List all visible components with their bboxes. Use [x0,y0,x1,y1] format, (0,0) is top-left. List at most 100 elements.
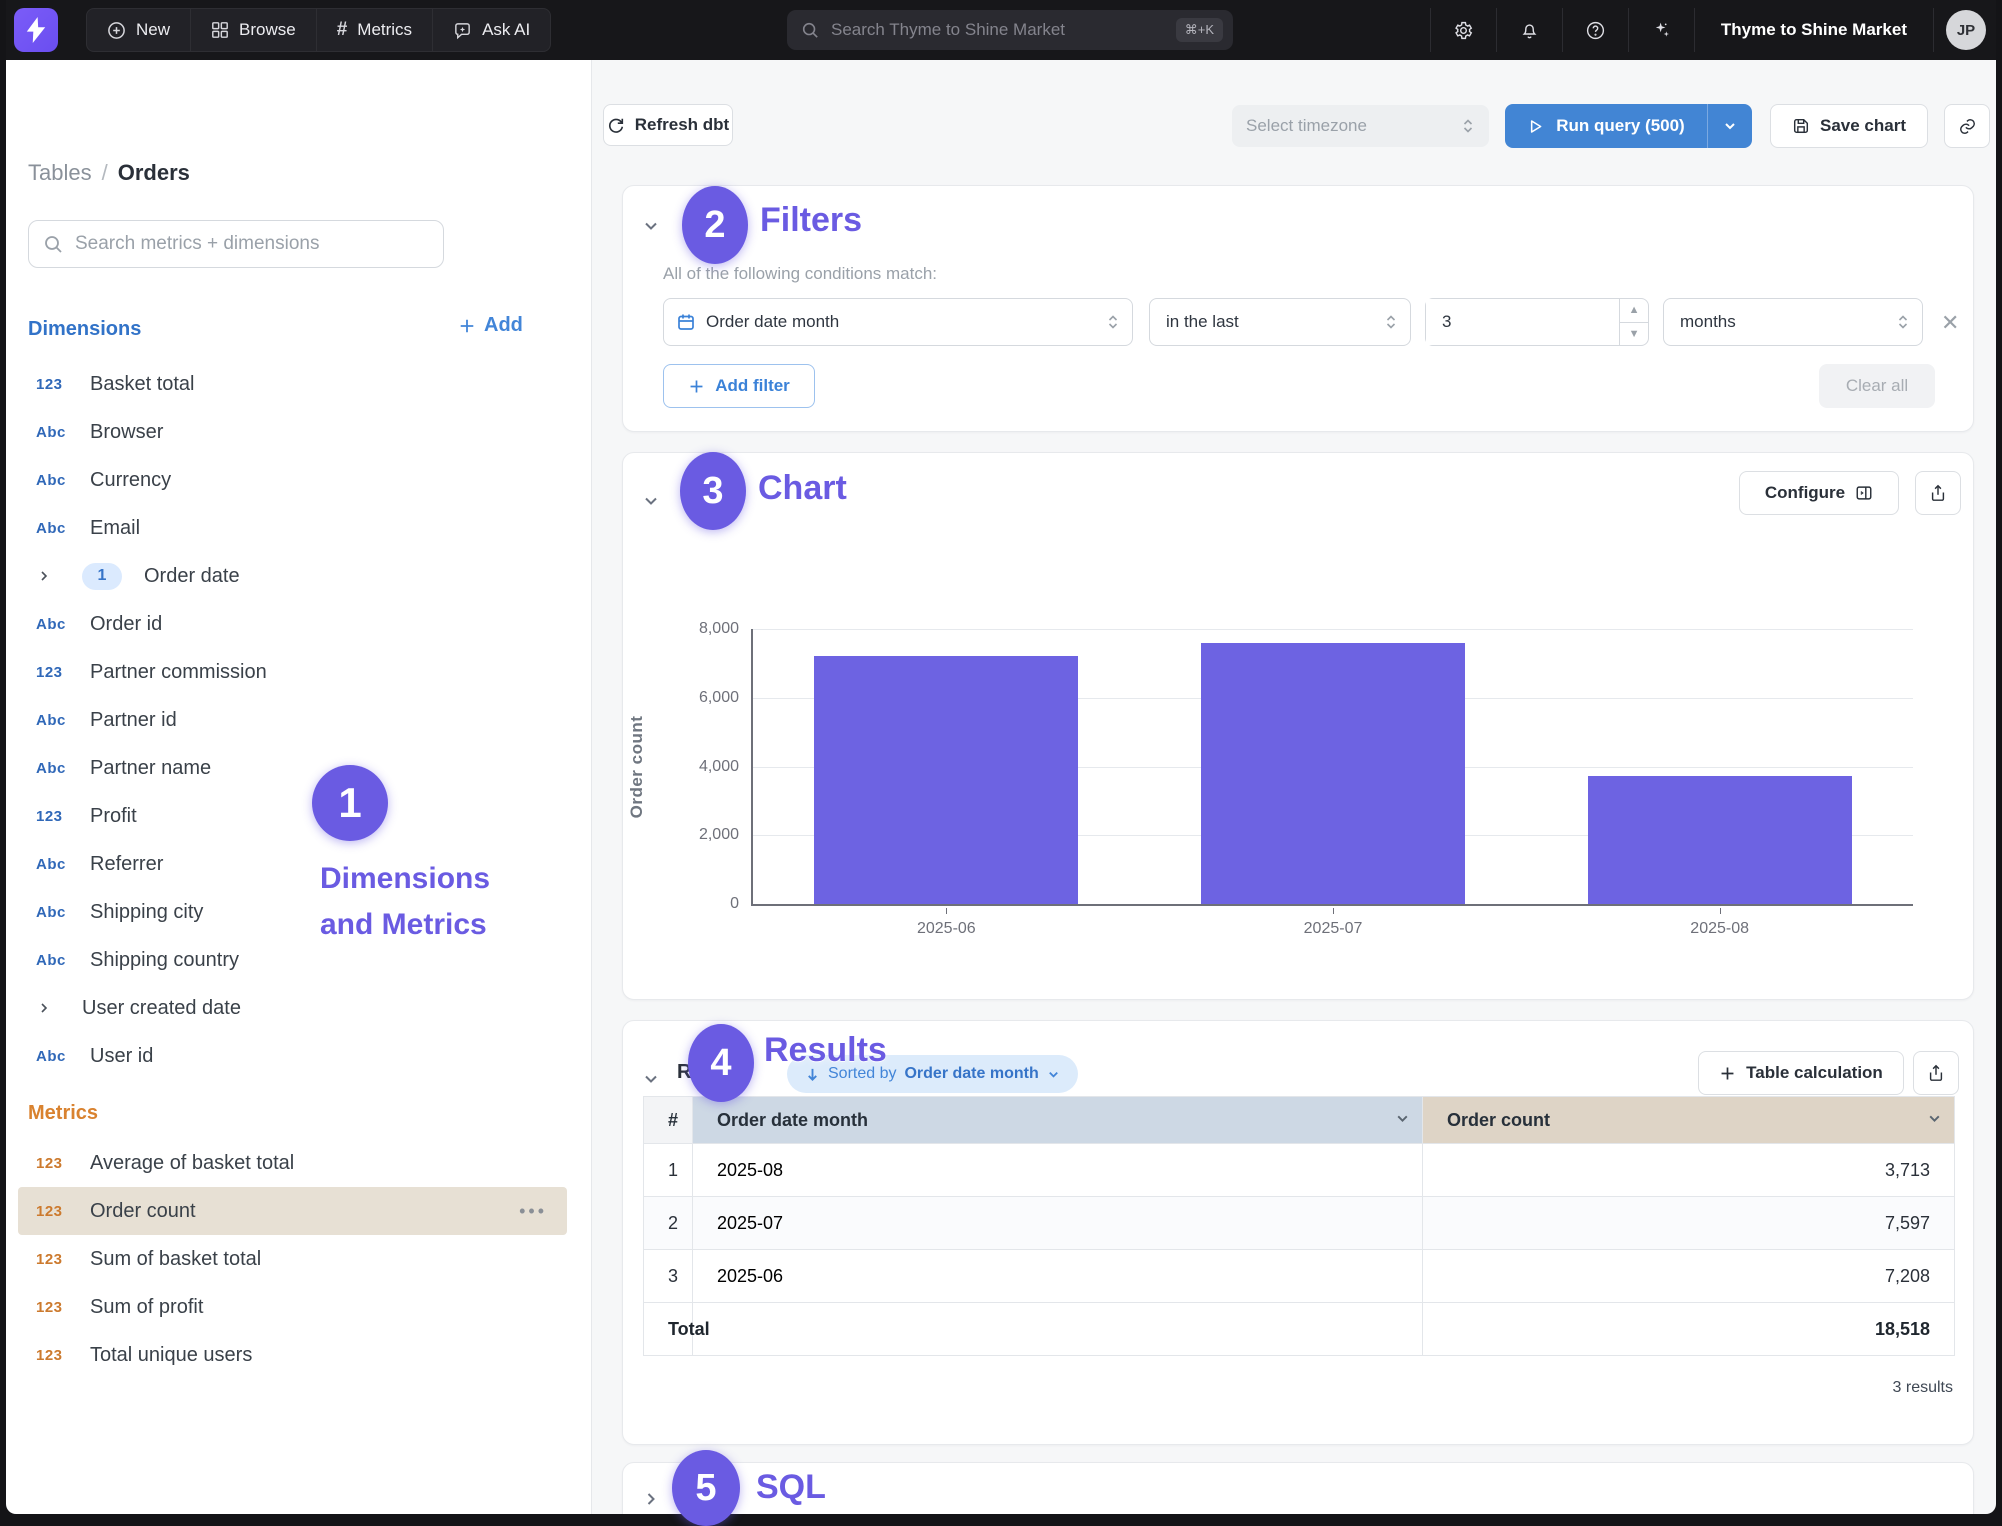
field-label: Order id [90,613,162,636]
field-item-partner-name[interactable]: AbcPartner name [18,744,567,792]
sql-collapse-chevron[interactable] [641,1489,661,1509]
results-collapse-chevron[interactable] [641,1069,661,1089]
ai-sparkles-button[interactable] [1628,8,1694,52]
field-item-user-id[interactable]: AbcUser id [18,1032,567,1080]
timezone-placeholder: Select timezone [1246,116,1367,136]
nav-metrics-button[interactable]: # Metrics [317,9,433,51]
refresh-icon [607,116,625,134]
field-label: Email [90,517,140,540]
column-menu-chevron-icon[interactable] [1927,1111,1942,1126]
filters-collapse-chevron[interactable] [641,216,661,236]
annotation-label-4: Results [764,1031,887,1070]
filter-field-value: Order date month [706,312,1106,332]
annotation-label-2: Filters [760,201,862,240]
stepper-up-button[interactable]: ▲ [1620,299,1648,323]
refresh-dbt-button[interactable]: Refresh dbt [603,104,733,146]
x-axis-tick [1333,908,1334,914]
field-item-partner-id[interactable]: AbcPartner id [18,696,567,744]
timezone-select[interactable]: Select timezone [1232,105,1489,147]
add-dimension-button[interactable]: Add [458,314,523,337]
remove-filter-button[interactable]: ✕ [1941,310,1959,336]
global-search-input[interactable]: Search Thyme to Shine Market ⌘+K [787,10,1233,50]
search-shortcut-badge: ⌘+K [1176,18,1223,42]
field-item-currency[interactable]: AbcCurrency [18,456,567,504]
calendar-icon [676,312,696,332]
share-icon [1929,484,1947,502]
add-filter-button[interactable]: Add filter [663,364,815,408]
org-switcher-button[interactable]: Thyme to Shine Market [1694,8,1934,52]
share-link-button[interactable] [1944,104,1990,148]
breadcrumb-tables-link[interactable]: Tables [28,160,92,185]
field-item-basket-total[interactable]: 123Basket total [18,360,567,408]
navbar-right-group: Thyme to Shine Market [1430,8,1934,52]
chart-y-axis-title: Order count [627,716,647,819]
active-fields-badge: 1 [82,563,122,590]
run-query-dropdown-button[interactable] [1708,104,1752,148]
expand-chevron[interactable] [36,568,82,584]
clear-all-filters-button[interactable]: Clear all [1819,364,1935,408]
nav-browse-button[interactable]: Browse [191,9,317,51]
field-label: Sum of basket total [90,1248,261,1271]
field-type-icon-123: 123 [36,808,90,825]
annotation-number: 1 [338,779,361,827]
expand-chevron[interactable] [36,1000,82,1016]
field-item-browser[interactable]: AbcBrowser [18,408,567,456]
field-item-order-count[interactable]: 123Order count••• [18,1187,567,1235]
panel-toggle-icon [1855,484,1873,502]
field-type-icon-abc: Abc [36,856,90,873]
nav-ask-ai-button[interactable]: Ask AI [433,9,550,51]
filter-field-select[interactable]: Order date month [663,298,1133,346]
field-item-order-date[interactable]: 1 Order date [18,552,567,600]
export-chart-button[interactable] [1915,471,1961,515]
configure-label: Configure [1765,483,1845,503]
chart-collapse-chevron[interactable] [641,491,661,511]
bar-2025-06 [814,656,1078,904]
notifications-button[interactable] [1496,8,1562,52]
field-item-total-unique-users[interactable]: 123Total unique users [18,1331,567,1379]
fields-search-input[interactable]: Search metrics + dimensions [28,220,444,268]
table-calculation-button[interactable]: Table calculation [1698,1051,1904,1095]
field-item-profit[interactable]: 123Profit [18,792,567,840]
field-label: Order date [144,565,240,588]
field-label: Sum of profit [90,1296,203,1319]
filter-value-input[interactable] [1426,299,1619,345]
x-axis-tick-label: 2025-06 [846,920,1046,938]
annotation-number: 3 [702,470,723,513]
updown-chevron-icon [1384,314,1398,330]
export-results-button[interactable] [1913,1051,1959,1095]
filter-unit-select[interactable]: months [1663,298,1923,346]
field-item-average-of-basket-total[interactable]: 123Average of basket total [18,1139,567,1187]
field-item-user-created-date[interactable]: User created date [18,984,567,1032]
user-avatar[interactable]: JP [1946,10,1986,50]
field-type-icon-abc: Abc [36,712,90,729]
stepper-down-button[interactable]: ▼ [1620,323,1648,346]
run-query-button[interactable]: Run query (500) [1505,104,1708,148]
app-logo[interactable] [14,8,58,52]
field-item-email[interactable]: AbcEmail [18,504,567,552]
field-type-icon-123: 123 [36,1155,90,1172]
save-chart-button[interactable]: Save chart [1770,104,1928,148]
column-menu-chevron-icon[interactable] [1395,1111,1410,1126]
settings-button[interactable] [1430,8,1496,52]
field-item-sum-of-profit[interactable]: 123Sum of profit [18,1283,567,1331]
chevron-right-icon [641,1489,661,1509]
row-dimension-cell: 2025-07 [693,1197,1423,1250]
field-menu-button[interactable]: ••• [519,1201,547,1222]
number-stepper: ▲ ▼ [1619,299,1648,345]
col-header-order-date-month[interactable]: Order date month [693,1097,1423,1144]
field-type-icon-123: 123 [36,1299,90,1316]
annotation-label-1: Dimensions and Metrics [320,856,510,948]
chevron-right-icon [36,568,52,584]
sparkles-icon [1651,20,1672,41]
configure-chart-button[interactable]: Configure [1739,471,1899,515]
field-item-order-id[interactable]: AbcOrder id [18,600,567,648]
filter-operator-select[interactable]: in the last [1149,298,1411,346]
nav-new-button[interactable]: New [87,9,191,51]
share-icon [1927,1064,1945,1082]
chevron-right-icon [36,1000,52,1016]
col-header-order-count[interactable]: Order count [1423,1097,1955,1144]
field-item-partner-commission[interactable]: 123Partner commission [18,648,567,696]
field-item-sum-of-basket-total[interactable]: 123Sum of basket total [18,1235,567,1283]
row-metric-cell: 7,597 [1423,1197,1955,1250]
help-button[interactable] [1562,8,1628,52]
